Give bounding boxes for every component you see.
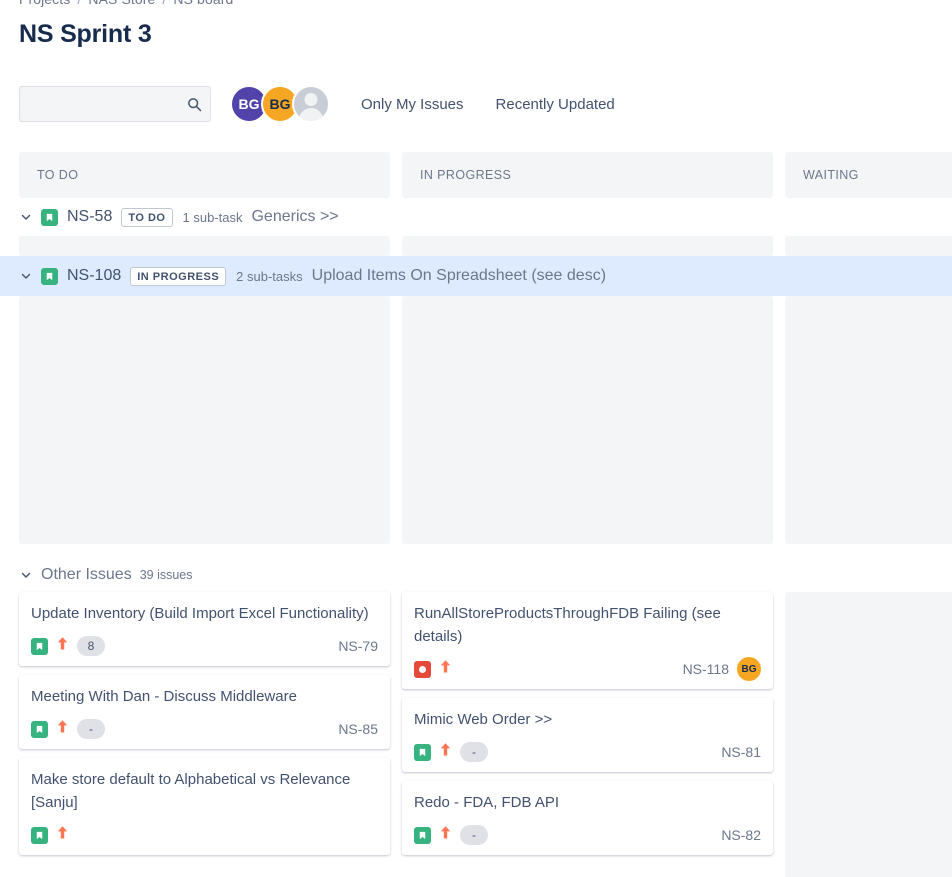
bug-icon[interactable]: [414, 660, 431, 678]
story-icon[interactable]: [414, 826, 431, 844]
estimate-badge: -: [460, 825, 488, 845]
status-badge: IN PROGRESS: [130, 266, 227, 286]
column-title: IN PROGRESS: [420, 168, 512, 182]
filter-recently-updated[interactable]: Recently Updated: [496, 96, 615, 113]
column-header-waiting: WAITING: [785, 152, 952, 198]
card-column-todo: Update Inventory (Build Import Excel Fun…: [19, 592, 390, 864]
board-column-headers: TO DO IN PROGRESS WAITING: [0, 152, 952, 198]
page-title: NS Sprint 3: [19, 20, 152, 48]
board-toolbar: BG BG Only My Issues Recently Updated: [19, 85, 615, 123]
card-issue-key[interactable]: NS-81: [721, 744, 761, 760]
dropzone-todo[interactable]: [19, 236, 390, 256]
issue-card[interactable]: Mimic Web Order >> - NS-81: [402, 698, 773, 772]
search-box[interactable]: [19, 86, 211, 122]
card-footer: 8 NS-79: [31, 634, 378, 658]
card-column-waiting[interactable]: [785, 592, 952, 877]
card-footer: - NS-81: [414, 740, 761, 764]
person-icon-head: [304, 93, 318, 106]
avatar-default-user[interactable]: [292, 85, 330, 123]
swimlane-body-ns-58: [0, 236, 952, 256]
status-badge: TO DO: [121, 207, 173, 227]
dropzone-todo[interactable]: [19, 296, 390, 544]
other-issues-title: Other Issues: [41, 566, 132, 583]
swimlane-body-ns-108: [0, 296, 952, 544]
breadcrumb-item-projects[interactable]: Projects: [19, 0, 70, 7]
card-title: Redo - FDA, FDB API: [414, 794, 560, 811]
filter-only-my-issues[interactable]: Only My Issues: [361, 96, 464, 113]
estimate-badge: 8: [77, 636, 105, 656]
swimlane-header-ns-58[interactable]: NS-58 TO DO 1 sub-task Generics >>: [0, 198, 952, 236]
other-issues-body: Update Inventory (Build Import Excel Fun…: [0, 592, 952, 877]
avatar[interactable]: BG: [737, 657, 761, 681]
swimlane-subtask-count: 1 sub-task: [182, 209, 243, 225]
priority-high-icon[interactable]: [56, 719, 69, 739]
card-footer: NS-118 BG: [414, 657, 761, 681]
search-input[interactable]: [20, 87, 210, 121]
swimlane-header-ns-108[interactable]: NS-108 IN PROGRESS 2 sub-tasks Upload It…: [0, 256, 952, 296]
swimlane-summary[interactable]: Generics >>: [251, 208, 338, 226]
swimlane-summary[interactable]: Upload Items On Spreadsheet (see desc): [312, 267, 606, 285]
card-footer: - NS-85: [31, 717, 378, 741]
priority-high-icon[interactable]: [439, 659, 452, 679]
priority-high-icon[interactable]: [439, 825, 452, 845]
card-title: Mimic Web Order >>: [414, 711, 553, 728]
priority-high-icon[interactable]: [439, 742, 452, 762]
chevron-down-icon[interactable]: [19, 269, 33, 283]
card-title: Meeting With Dan - Discuss Middleware: [31, 688, 297, 705]
jira-board-page: Projects/NAS Store/NS board NS Sprint 3 …: [0, 0, 952, 877]
issue-card[interactable]: Make store default to Alphabetical vs Re…: [19, 758, 390, 855]
dropzone-waiting[interactable]: [785, 236, 952, 256]
story-icon: [41, 208, 58, 226]
card-issue-key[interactable]: NS-118: [683, 661, 729, 677]
priority-high-icon[interactable]: [56, 636, 69, 656]
chevron-down-icon[interactable]: [19, 210, 33, 224]
breadcrumb-separator: /: [162, 0, 166, 7]
swimlane-subtask-count: 2 sub-tasks: [236, 268, 303, 284]
priority-high-icon[interactable]: [56, 825, 69, 845]
column-header-in-progress: IN PROGRESS: [402, 152, 773, 198]
column-title: WAITING: [803, 168, 859, 182]
card-footer: [31, 823, 378, 847]
card-title: Make store default to Alphabetical vs Re…: [31, 771, 351, 811]
person-icon-body: [299, 108, 323, 121]
breadcrumb-separator: /: [77, 0, 81, 7]
story-icon[interactable]: [31, 720, 48, 738]
chevron-down-icon[interactable]: [19, 568, 33, 582]
dropzone-in-progress[interactable]: [402, 236, 773, 256]
card-title: Update Inventory (Build Import Excel Fun…: [31, 605, 369, 622]
card-footer: - NS-82: [414, 823, 761, 847]
issue-card[interactable]: Redo - FDA, FDB API - NS-82: [402, 781, 773, 855]
issue-card[interactable]: RunAllStoreProductsThroughFDB Failing (s…: [402, 592, 773, 689]
estimate-badge: -: [77, 719, 105, 739]
issue-card[interactable]: Update Inventory (Build Import Excel Fun…: [19, 592, 390, 666]
card-issue-key[interactable]: NS-82: [721, 827, 761, 843]
other-issues-count: 39 issues: [139, 568, 193, 582]
issue-card[interactable]: Meeting With Dan - Discuss Middleware - …: [19, 675, 390, 749]
card-issue-key[interactable]: NS-85: [338, 721, 378, 737]
breadcrumb-item-nas-store[interactable]: NAS Store: [88, 0, 155, 7]
avatar-initials: BG: [238, 96, 260, 112]
swimlane-issue-key[interactable]: NS-58: [67, 208, 112, 226]
card-column-in-progress: RunAllStoreProductsThroughFDB Failing (s…: [402, 592, 773, 864]
dropzone-waiting[interactable]: [785, 296, 952, 544]
board: TO DO IN PROGRESS WAITING NS-58 TO DO 1 …: [0, 152, 952, 877]
other-issues-header[interactable]: Other Issues 39 issues: [0, 558, 952, 592]
column-header-todo: TO DO: [19, 152, 390, 198]
dropzone-in-progress[interactable]: [402, 296, 773, 544]
breadcrumb-item-ns-board[interactable]: NS board: [173, 0, 233, 7]
story-icon: [41, 267, 58, 285]
search-icon[interactable]: [186, 96, 202, 112]
avatar-initials: BG: [269, 96, 291, 112]
card-issue-key[interactable]: NS-79: [338, 638, 378, 654]
story-icon[interactable]: [31, 637, 48, 655]
card-title: RunAllStoreProductsThroughFDB Failing (s…: [414, 605, 721, 645]
column-title: TO DO: [37, 168, 79, 182]
breadcrumb: Projects / NAS Store / NS board: [19, 0, 233, 7]
swimlane-issue-key[interactable]: NS-108: [67, 267, 121, 285]
story-icon[interactable]: [31, 826, 48, 844]
avatar-group: BG BG: [230, 85, 330, 123]
story-icon[interactable]: [414, 743, 431, 761]
estimate-badge: -: [460, 742, 488, 762]
